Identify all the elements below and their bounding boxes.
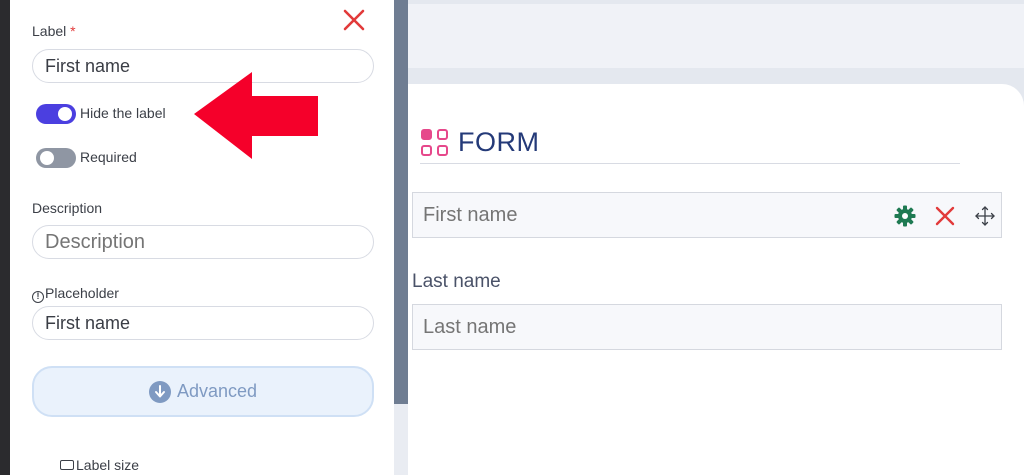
label-text: Label (32, 23, 67, 39)
form-title-divider (420, 163, 960, 164)
placeholder-input[interactable] (32, 306, 374, 340)
advanced-button-label: Advanced (176, 381, 258, 401)
required-toggle[interactable] (36, 148, 76, 168)
field-settings-panel: Label * Hide the label Required Descript… (10, 0, 394, 475)
label-field-label: Label * (32, 23, 76, 39)
form-grid-icon (420, 128, 450, 158)
label-size-text: Label size (76, 457, 140, 473)
hide-label-toggle[interactable] (36, 104, 76, 124)
close-icon (935, 206, 955, 226)
annotation-arrow-icon (194, 72, 318, 159)
description-input[interactable] (32, 225, 374, 259)
placeholder-label-text: Placeholder (45, 285, 119, 301)
close-icon (343, 9, 365, 31)
toggle-knob (58, 107, 72, 121)
required-toggle-label: Required (80, 149, 137, 165)
move-field-handle[interactable] (972, 203, 998, 229)
form-header: FORM (420, 127, 539, 158)
last-name-label: Last name (412, 271, 501, 292)
panel-scrollbar-thumb[interactable] (394, 0, 408, 404)
delete-field-button[interactable] (932, 203, 958, 229)
placeholder-label: ! Placeholder (32, 285, 119, 303)
last-name-field[interactable] (412, 304, 1002, 350)
required-star: * (70, 23, 76, 39)
arrow-down-circle-icon (148, 380, 171, 403)
toggle-knob (40, 151, 54, 165)
advanced-button[interactable]: Advanced (32, 366, 374, 417)
info-icon: ! (32, 291, 44, 303)
close-panel-button[interactable] (340, 6, 368, 34)
move-icon (975, 206, 995, 226)
form-title: FORM (458, 127, 540, 157)
left-strip (0, 0, 10, 475)
hide-label-toggle-label: Hide the label (80, 105, 166, 121)
gear-icon (894, 205, 916, 227)
label-size-label: Label size (60, 457, 139, 473)
description-label: Description (32, 200, 103, 216)
field-settings-button[interactable] (892, 203, 918, 229)
label-size-icon (60, 460, 74, 470)
top-bar (408, 4, 1024, 68)
